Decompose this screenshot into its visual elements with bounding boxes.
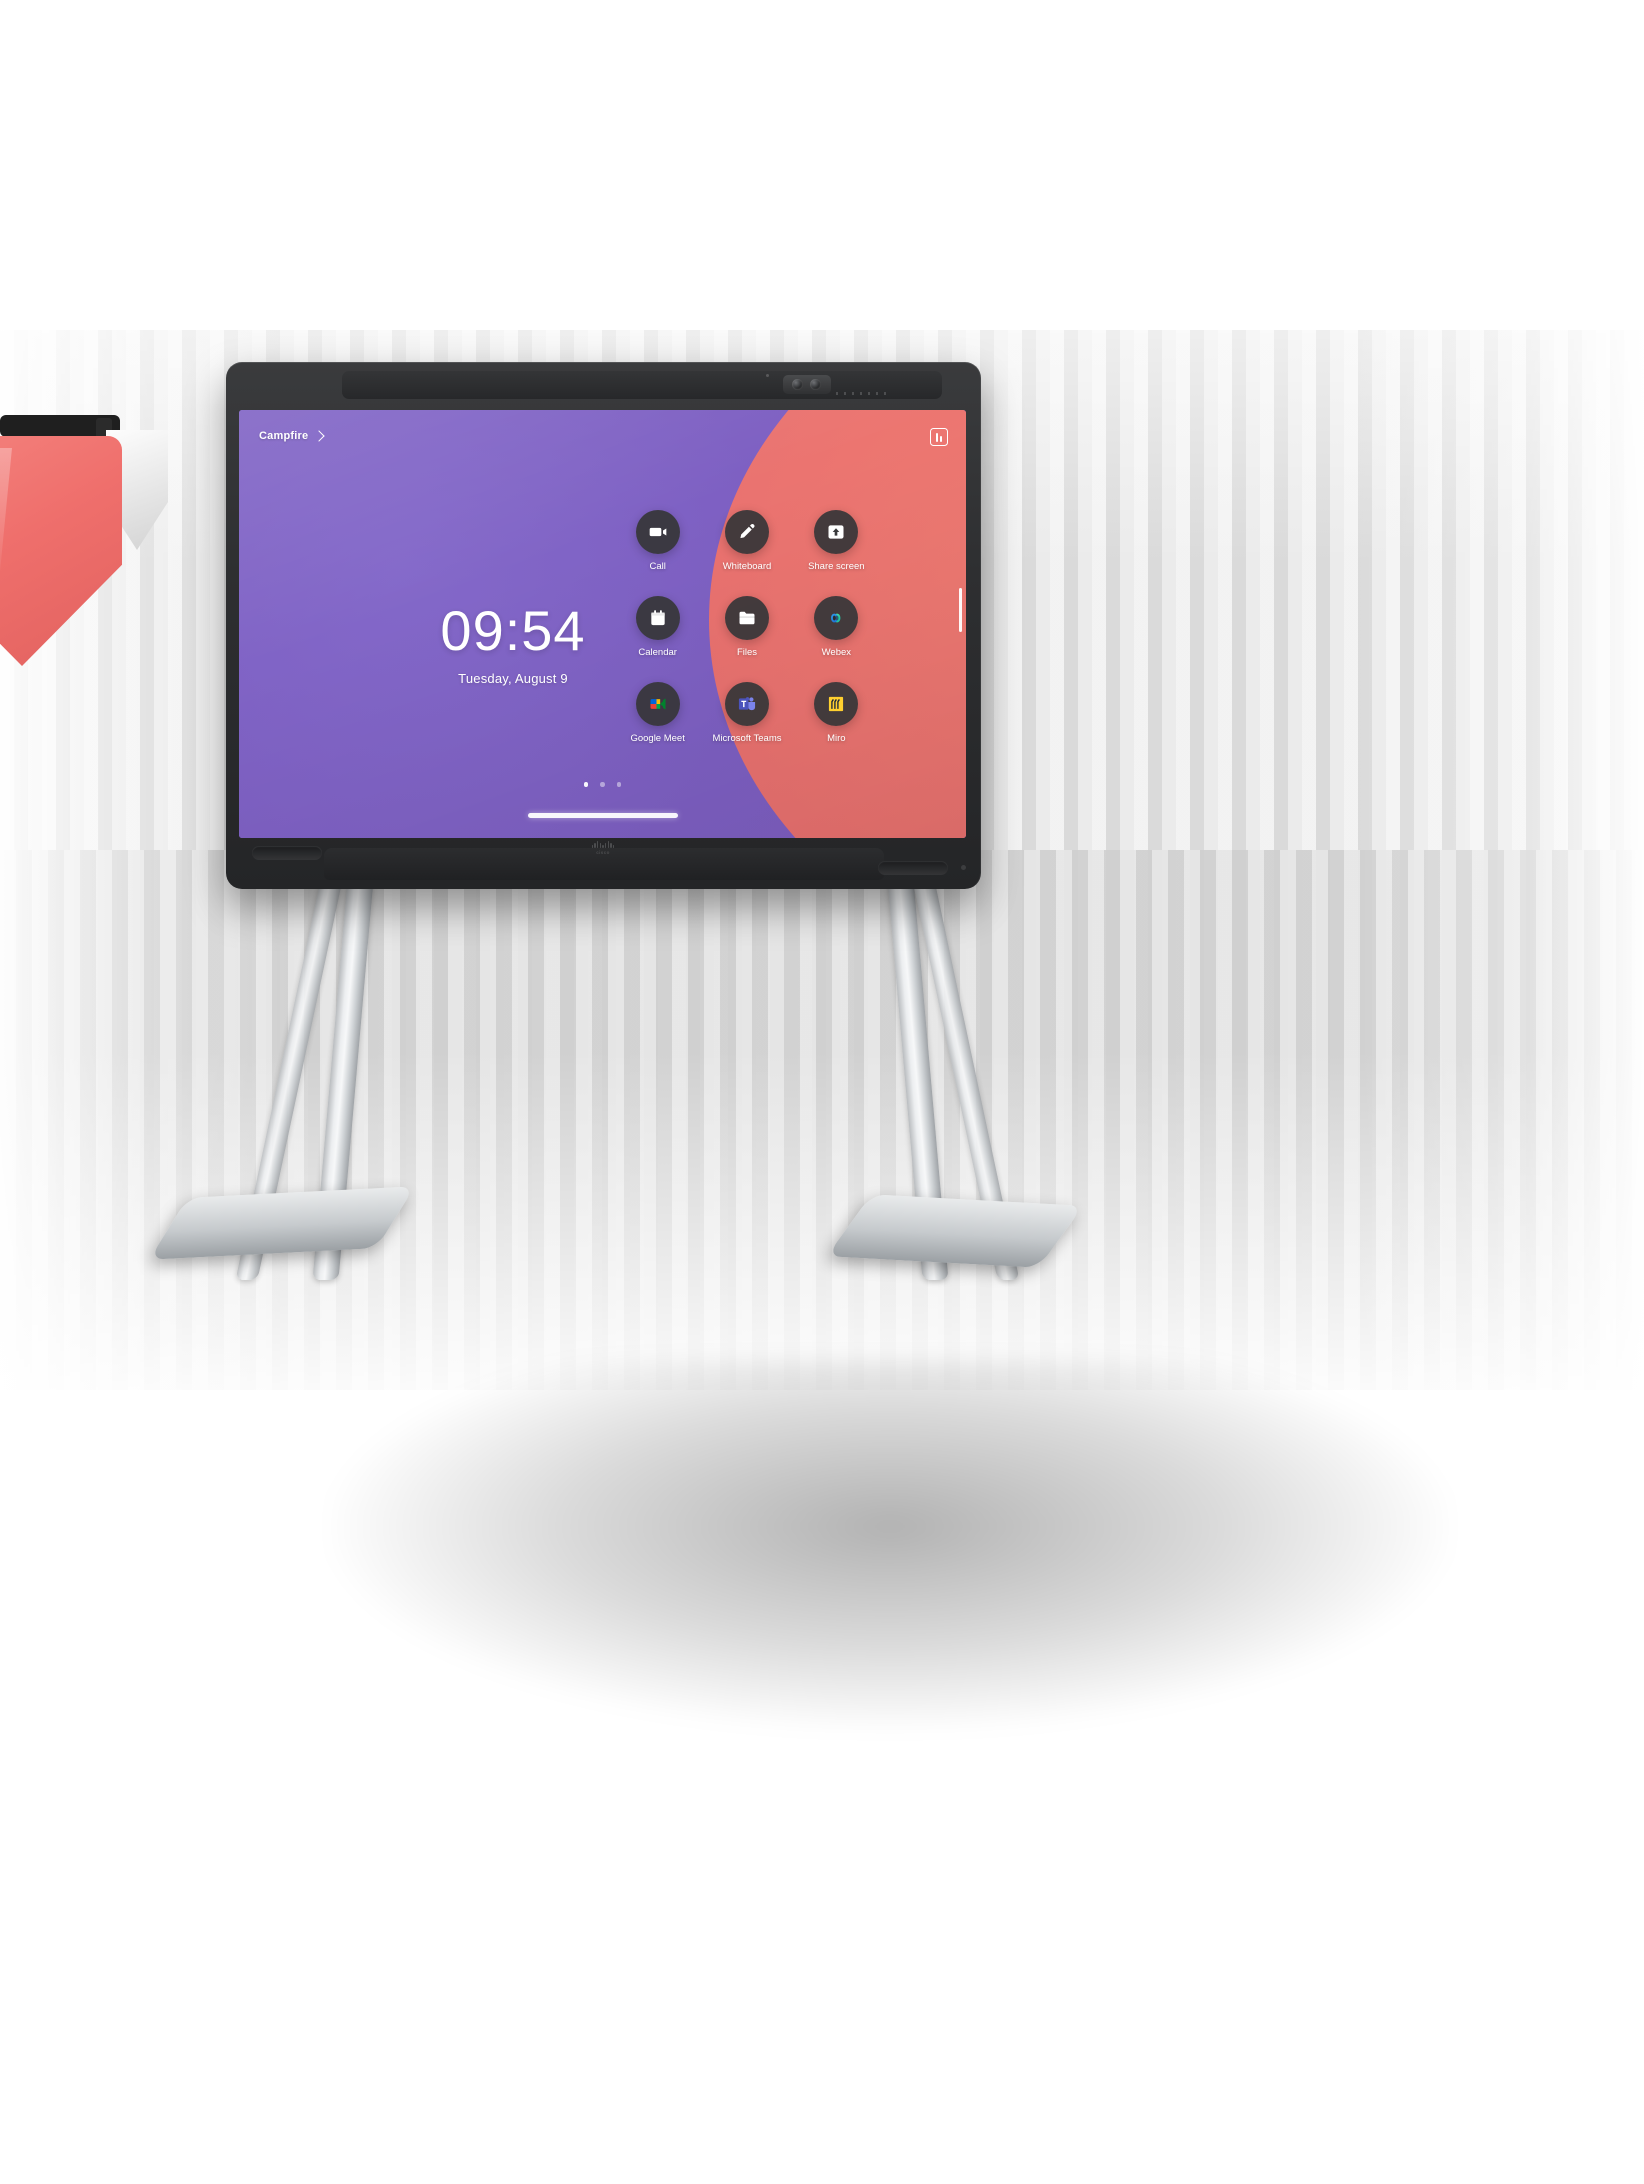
stylus-tray-right xyxy=(878,861,948,875)
edge-swipe-indicator[interactable] xyxy=(958,588,962,632)
room-name-label: Campfire xyxy=(259,430,309,442)
power-indicator-icon xyxy=(961,865,966,870)
app-icon-bubble xyxy=(635,682,680,726)
app-tile-call[interactable]: Call xyxy=(617,510,698,572)
cisco-logo: cisco xyxy=(583,841,623,855)
app-icon-bubble xyxy=(814,682,859,726)
app-icon-bubble xyxy=(724,510,769,554)
google-meet-icon xyxy=(650,698,666,710)
collaboration-display: Campfire 09:54 Tuesday, August 9 Call Wh… xyxy=(226,362,986,892)
app-grid: Call Whiteboard Share screen Calendar Fi… xyxy=(617,510,877,744)
touch-screen[interactable]: Campfire 09:54 Tuesday, August 9 Call Wh… xyxy=(239,410,966,838)
page-dot-1[interactable] xyxy=(583,782,589,787)
webex-icon xyxy=(831,613,841,623)
microphone-pinhole-icon xyxy=(766,374,769,377)
app-icon-bubble xyxy=(724,682,769,726)
cisco-bars-icon xyxy=(591,841,615,848)
camera-lens-secondary-icon xyxy=(810,379,821,390)
calendar-icon xyxy=(650,610,665,626)
app-tile-google-meet[interactable]: Google Meet xyxy=(617,682,698,744)
app-label: Files xyxy=(736,647,758,658)
app-label: Whiteboard xyxy=(722,561,772,572)
app-label: Calendar xyxy=(638,647,677,658)
app-label: Call xyxy=(649,561,666,572)
pen-icon xyxy=(740,524,755,539)
page-indicator[interactable] xyxy=(239,782,966,787)
clock-time: 09:54 xyxy=(440,599,586,662)
app-label: Google Meet xyxy=(630,733,685,744)
app-icon-bubble xyxy=(814,510,859,554)
chevron-right-icon xyxy=(313,430,325,442)
app-icon-bubble xyxy=(635,510,680,554)
app-tile-miro[interactable]: Miro xyxy=(796,682,877,744)
app-tile-webex[interactable]: Webex xyxy=(796,596,877,658)
app-icon-bubble xyxy=(814,596,859,640)
camera-lens-icon xyxy=(792,379,803,390)
room-name-button[interactable]: Campfire xyxy=(259,430,325,442)
stand-foot-right xyxy=(826,1194,1084,1268)
microsoft-teams-icon xyxy=(738,697,756,711)
microphone-array-icon xyxy=(836,392,892,395)
share-screen-icon xyxy=(828,525,844,539)
home-indicator[interactable] xyxy=(527,813,678,818)
camera-module xyxy=(783,375,831,394)
cisco-wordmark: cisco xyxy=(596,849,610,855)
screenshot-stage: Campfire 09:54 Tuesday, August 9 Call Wh… xyxy=(0,0,1644,2184)
page-dot-3[interactable] xyxy=(616,782,622,787)
floor-stand xyxy=(0,0,1644,2184)
app-tile-files[interactable]: Files xyxy=(706,596,787,658)
app-icon-bubble xyxy=(635,596,680,640)
app-label: Miro xyxy=(827,733,846,744)
app-label: Microsoft Teams xyxy=(712,733,782,744)
app-tile-calendar[interactable]: Calendar xyxy=(617,596,698,658)
app-label: Webex xyxy=(821,647,852,658)
app-label: Share screen xyxy=(808,561,865,572)
app-tile-microsoft-teams[interactable]: Microsoft Teams xyxy=(706,682,787,744)
clock-widget: 09:54 Tuesday, August 9 xyxy=(403,599,623,687)
miro-icon xyxy=(829,696,844,712)
folder-icon xyxy=(739,611,755,625)
clock-date: Tuesday, August 9 xyxy=(458,671,568,686)
device-settings-button[interactable] xyxy=(930,428,948,446)
app-tile-share-screen[interactable]: Share screen xyxy=(796,510,877,572)
page-dot-2[interactable] xyxy=(600,782,605,787)
app-tile-whiteboard[interactable]: Whiteboard xyxy=(706,510,787,572)
app-icon-bubble xyxy=(724,596,769,640)
stylus-tray-left xyxy=(252,846,322,860)
video-camera-icon xyxy=(649,527,666,537)
stand-foot-left xyxy=(149,1186,415,1260)
sliders-icon xyxy=(935,432,943,442)
